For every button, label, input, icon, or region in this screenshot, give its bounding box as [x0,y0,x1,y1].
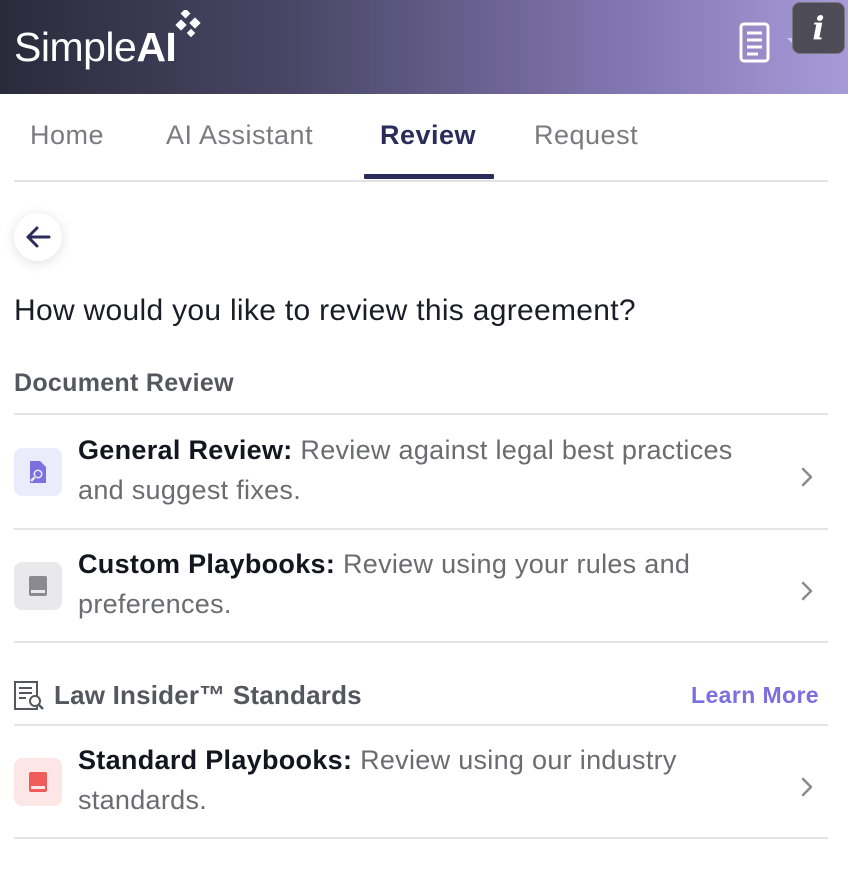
tab-home[interactable]: Home [30,120,104,151]
option-text: General Review: Review against legal bes… [78,430,778,510]
app-header: SimpleAI i [0,0,848,94]
info-icon: i [812,9,825,47]
divider [14,413,828,415]
document-search-icon [14,448,62,496]
sparkle-icon [175,10,201,38]
option-standard-playbooks[interactable]: Standard Playbooks: Review using our ind… [14,730,828,842]
law-insider-icon [14,681,44,710]
option-custom-playbooks[interactable]: Custom Playbooks: Review using your rule… [14,534,828,646]
menu-document-icon[interactable] [738,22,774,64]
tab-request[interactable]: Request [534,120,638,151]
section-title-document-review: Document Review [14,369,234,397]
learn-more-link[interactable]: Learn More [691,682,819,709]
back-button[interactable] [14,213,62,261]
chevron-right-icon [801,581,813,601]
logo-text: SimpleAI [14,24,177,70]
divider [14,837,828,839]
arrow-left-icon [26,226,51,248]
chevron-right-icon [801,777,813,797]
section-title-law-insider: Law Insider™ Standards [54,680,362,710]
book-icon [14,758,62,806]
law-insider-header: Law Insider™ Standards Learn More [14,678,828,718]
option-text: Custom Playbooks: Review using your rule… [78,544,778,624]
option-title: Custom Playbooks: [78,549,336,579]
divider [14,528,828,530]
option-title: Standard Playbooks: [78,745,353,775]
active-tab-indicator [364,174,494,179]
tab-review[interactable]: Review [380,120,476,151]
option-general-review[interactable]: General Review: Review against legal bes… [14,420,828,532]
tab-bar: Home AI Assistant Review Request [14,94,828,182]
tab-ai-assistant[interactable]: AI Assistant [166,120,313,151]
book-icon [14,562,62,610]
divider [14,641,828,643]
divider [14,724,828,726]
simpleai-logo: SimpleAI [14,10,201,74]
option-title: General Review: [78,435,293,465]
info-button[interactable]: i [792,2,845,54]
page-question: How would you like to review this agreem… [14,294,636,327]
chevron-right-icon [801,467,813,487]
option-text: Standard Playbooks: Review using our ind… [78,740,778,820]
